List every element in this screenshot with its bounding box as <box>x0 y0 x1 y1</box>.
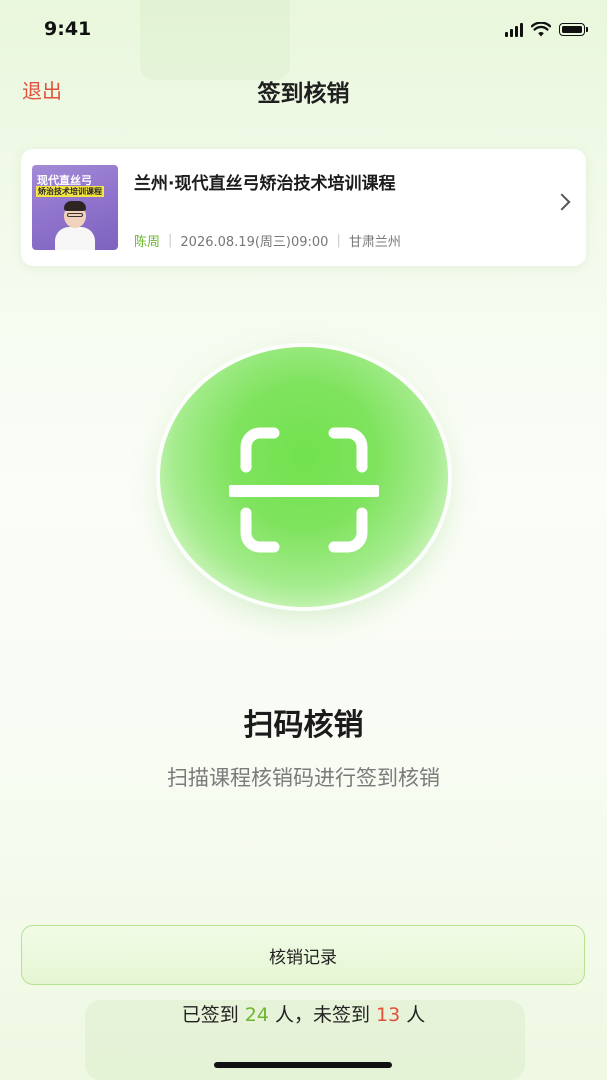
battery-icon <box>559 23 588 36</box>
checked-prefix: 已签到 <box>181 1004 239 1026</box>
scan-subtitle: 扫描课程核销码进行签到核销 <box>167 766 440 790</box>
checkin-record-label: 核销记录 <box>269 947 337 968</box>
course-teacher: 陈周 <box>134 235 161 250</box>
cover-person-photo <box>55 201 95 250</box>
checkin-record-button[interactable]: 核销记录 <box>21 925 585 985</box>
page-title: 签到核销 <box>257 81 350 107</box>
wifi-icon <box>531 22 551 37</box>
checkin-stats: 已签到 24 人，未签到 13 人 <box>0 1000 607 1027</box>
status-icons <box>505 22 588 37</box>
course-cover-image: 现代直丝弓 矫治技术培训课程 <box>32 165 118 250</box>
signal-icon <box>505 22 523 37</box>
course-meta: 陈周 | 2026.08.19(周三)09:00 | 甘肃兰州 <box>134 231 401 250</box>
course-card[interactable]: 现代直丝弓 矫治技术培训课程 兰州·现代直丝弓矫治技术培训课程 陈周 | 202… <box>21 149 586 266</box>
status-bar: 9:41 <box>0 0 607 60</box>
unchecked-count: 13 <box>376 1004 401 1026</box>
chevron-right-icon <box>553 193 571 211</box>
unchecked-unit: 人 <box>406 1004 426 1026</box>
course-title: 兰州·现代直丝弓矫治技术培训课程 <box>134 174 396 194</box>
cover-subtitle: 矫治技术培训课程 <box>36 186 104 197</box>
meta-divider: | <box>336 233 341 248</box>
scan-icon <box>229 427 379 553</box>
home-indicator <box>214 1062 392 1068</box>
scan-title: 扫码核销 <box>243 708 364 743</box>
checked-count: 24 <box>244 1004 269 1026</box>
course-location: 甘肃兰州 <box>348 235 401 250</box>
checked-unit: 人，未签到 <box>274 1004 370 1026</box>
status-time: 9:41 <box>44 18 92 40</box>
course-datetime: 2026.08.19(周三)09:00 <box>180 235 329 250</box>
meta-divider: | <box>168 233 173 248</box>
scan-button[interactable] <box>160 347 448 607</box>
